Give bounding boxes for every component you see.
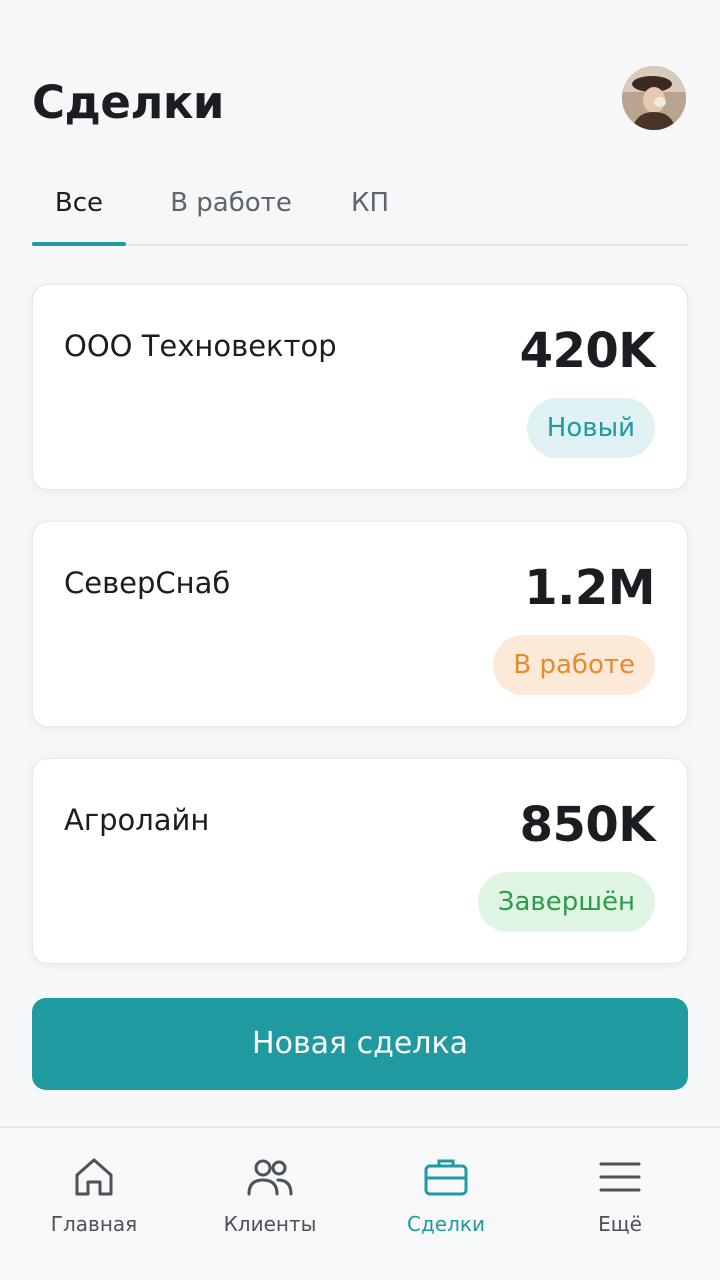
tab-all[interactable]: Все bbox=[32, 188, 126, 218]
tab-bar: Все В работе КП bbox=[32, 172, 688, 246]
tab-kp[interactable]: КП bbox=[340, 188, 400, 218]
tab-in-progress[interactable]: В работе bbox=[162, 188, 300, 218]
page-title: Сделки bbox=[32, 76, 224, 129]
deal-amount: 850K bbox=[519, 797, 656, 853]
users-icon bbox=[247, 1159, 293, 1196]
deal-amount: 1.2M bbox=[524, 560, 655, 616]
nav-more[interactable]: Ещё bbox=[540, 1152, 700, 1236]
header: Сделки bbox=[32, 66, 686, 136]
tab-kp-label: КП bbox=[350, 188, 389, 218]
deal-name: Агролайн bbox=[64, 803, 210, 837]
avatar[interactable] bbox=[622, 66, 686, 130]
new-deal-button[interactable]: Новая сделка bbox=[32, 998, 688, 1090]
deal-name: ООО Техновектор bbox=[64, 329, 337, 363]
menu-icon bbox=[599, 1162, 641, 1192]
deal-amount: 420K bbox=[519, 323, 656, 379]
nav-clients-label: Клиенты bbox=[223, 1212, 317, 1236]
deal-card[interactable]: ООО Техновектор 420K Новый bbox=[32, 284, 688, 490]
user-avatar-icon bbox=[622, 66, 686, 130]
home-icon bbox=[75, 1158, 113, 1196]
nav-more-label: Ещё bbox=[598, 1212, 642, 1236]
nav-home[interactable]: Главная bbox=[14, 1152, 174, 1236]
deal-card[interactable]: Агролайн 850K Завершён bbox=[32, 758, 688, 964]
deal-name: СеверСнаб bbox=[64, 566, 231, 600]
tab-all-label: Все bbox=[54, 188, 104, 218]
tab-in-progress-label: В работе bbox=[170, 188, 292, 218]
briefcase-icon bbox=[424, 1159, 468, 1196]
active-tab-indicator bbox=[32, 242, 126, 246]
nav-clients[interactable]: Клиенты bbox=[190, 1152, 350, 1236]
status-badge: Новый bbox=[526, 398, 655, 458]
bottom-navigation: Главная Клиенты Сделки Ещё bbox=[0, 1126, 720, 1280]
nav-home-label: Главная bbox=[50, 1212, 138, 1236]
deal-card[interactable]: СеверСнаб 1.2M В работе bbox=[32, 521, 688, 727]
status-badge: Завершён bbox=[477, 872, 655, 932]
nav-deals[interactable]: Сделки bbox=[366, 1152, 526, 1236]
nav-deals-label: Сделки bbox=[407, 1212, 485, 1236]
status-badge: В работе bbox=[493, 635, 655, 695]
